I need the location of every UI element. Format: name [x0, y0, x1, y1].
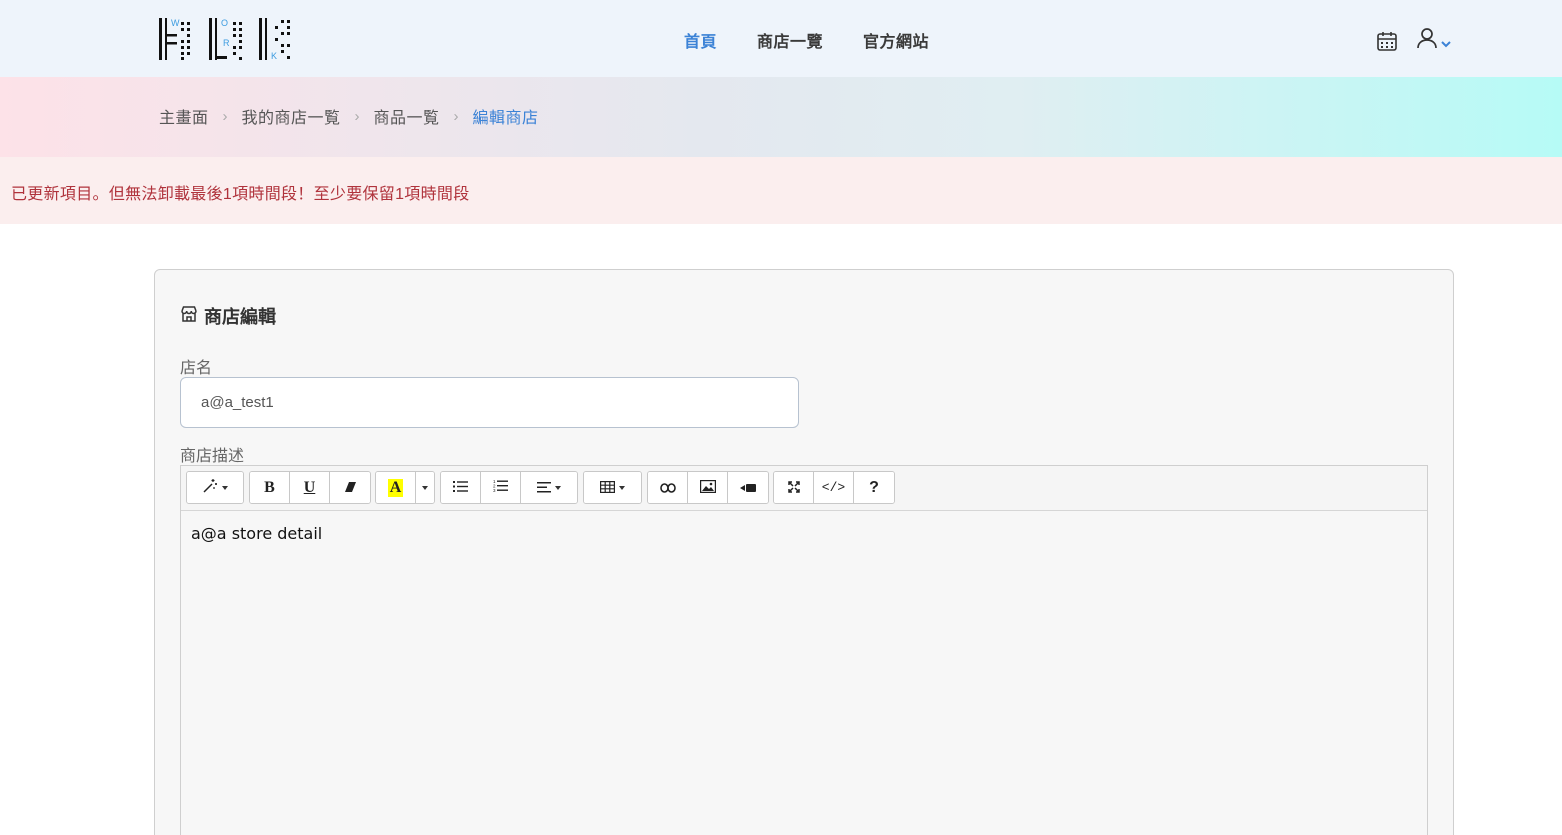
toolbar-table-group [583, 471, 642, 504]
breadcrumb: 主畫面 › 我的商店一覧 › 商品一覧 › 編輯商店 [159, 104, 539, 128]
main-nav: 首頁 商店一覽 官方網站 [684, 28, 969, 52]
card-title: 商店編輯 [180, 303, 276, 329]
underline-button[interactable]: U [290, 472, 330, 503]
breadcrumb-home[interactable]: 主畫面 [159, 104, 209, 128]
insert-image-button[interactable] [688, 472, 728, 503]
numbered-list-icon: 1 2 3 [493, 479, 508, 496]
store-description-label: 商店描述 [180, 448, 245, 465]
svg-text:R: R [223, 38, 230, 48]
card-title-text: 商店編輯 [204, 307, 276, 327]
caret-icon [222, 485, 228, 490]
table-icon [600, 480, 616, 496]
site-logo[interactable]: W O R K [157, 16, 295, 62]
svg-text:3: 3 [493, 488, 496, 493]
fullscreen-button[interactable] [774, 472, 814, 503]
align-dropdown-button[interactable] [521, 472, 577, 503]
nav-official-site[interactable]: 官方網站 [863, 28, 929, 52]
breadcrumb-products[interactable]: 商品一覧 [374, 104, 440, 128]
breadcrumb-my-stores[interactable]: 我的商店一覧 [242, 104, 341, 128]
style-dropdown-button[interactable] [187, 472, 243, 503]
toolbar-color-group: A [375, 471, 435, 504]
highlight-icon: A [387, 478, 404, 497]
magic-wand-icon [202, 478, 218, 497]
highlight-color-button[interactable]: A [376, 472, 416, 503]
breadcrumb-separator: › [222, 107, 228, 125]
store-name-label: 店名 [180, 360, 213, 377]
svg-text:K: K [271, 51, 277, 61]
insert-link-button[interactable] [648, 472, 688, 503]
align-left-icon [537, 480, 551, 496]
nav-icons [1376, 27, 1451, 54]
video-icon [740, 480, 756, 496]
editor-toolbar: B U A 1 2 3 </> ? [181, 466, 1427, 511]
calendar-icon[interactable] [1376, 30, 1398, 52]
image-icon [699, 479, 716, 496]
caret-icon [619, 485, 625, 490]
eraser-icon [344, 480, 357, 496]
user-icon [1416, 27, 1438, 54]
table-dropdown-button[interactable] [584, 472, 641, 503]
caret-icon [555, 485, 561, 490]
store-icon [180, 305, 204, 328]
user-menu-button[interactable] [1416, 27, 1451, 54]
breadcrumb-separator: › [354, 107, 360, 125]
clear-format-button[interactable] [330, 472, 370, 503]
rich-text-editor: B U A 1 2 3 </> ? a@a store detail [180, 465, 1428, 835]
breadcrumb-separator: › [453, 107, 459, 125]
toolbar-style-group [186, 471, 244, 504]
alert-message: 已更新項目。但無法卸載最後1項時間段！至少要保留1項時間段 [11, 186, 470, 203]
color-dropdown-button[interactable] [416, 472, 434, 503]
insert-video-button[interactable] [728, 472, 768, 503]
editor-content[interactable]: a@a store detail [191, 524, 322, 543]
toolbar-font-group: B U [249, 471, 371, 504]
breadcrumb-edit-store: 編輯商店 [472, 110, 539, 127]
toolbar-paragraph-group: 1 2 3 [440, 471, 578, 504]
bold-button[interactable]: B [250, 472, 290, 503]
chevron-down-icon [1441, 35, 1451, 53]
bullet-list-icon [453, 480, 468, 496]
svg-text:O: O [221, 18, 228, 28]
help-button[interactable]: ? [854, 472, 894, 503]
toolbar-view-group: </> ? [773, 471, 895, 504]
store-name-input[interactable] [180, 377, 799, 428]
code-view-button[interactable]: </> [814, 472, 854, 503]
svg-text:W: W [171, 18, 180, 28]
caret-icon [422, 485, 428, 490]
expand-icon [787, 480, 800, 496]
unordered-list-button[interactable] [441, 472, 481, 503]
link-icon [659, 480, 676, 496]
toolbar-insert-group [647, 471, 769, 504]
nav-store-list[interactable]: 商店一覽 [757, 28, 823, 52]
ordered-list-button[interactable]: 1 2 3 [481, 472, 521, 503]
nav-home[interactable]: 首頁 [684, 28, 717, 52]
